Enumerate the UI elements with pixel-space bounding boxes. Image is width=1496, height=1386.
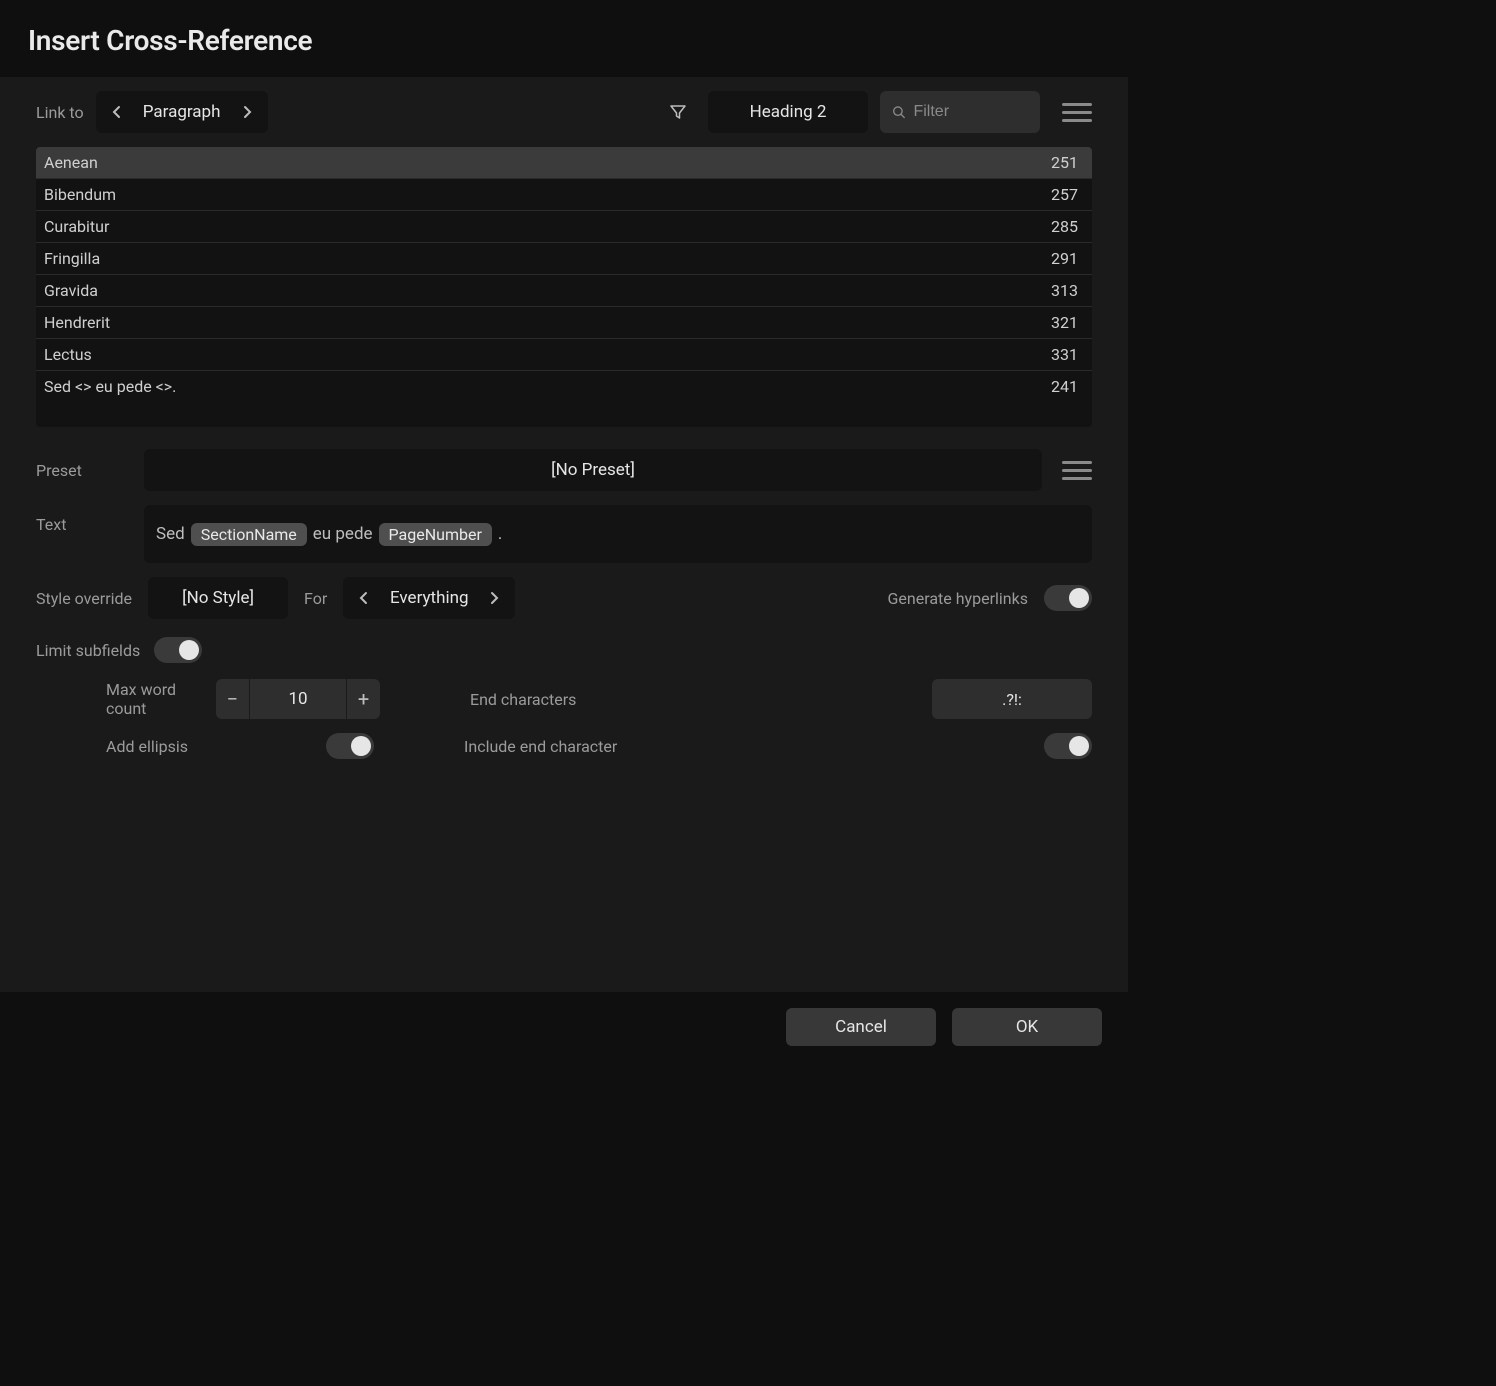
list-item-name: Aenean [44,153,98,172]
list-item[interactable]: Lectus 331 [36,339,1092,371]
menu-icon[interactable] [1062,97,1092,127]
search-field[interactable] [913,103,1028,121]
ok-button[interactable]: OK [952,1008,1102,1046]
list-item-page: 257 [1051,185,1078,204]
limit-subfields-toggle[interactable] [154,637,202,663]
generate-hyperlinks-label: Generate hyperlinks [888,589,1028,608]
search-input[interactable] [880,91,1040,133]
limit-row-2: Add ellipsis Include end character [36,733,1092,759]
link-to-type-stepper[interactable]: Paragraph [96,91,268,133]
limit-row-1: Max word count − 10 + End characters .?!… [36,679,1092,719]
dialog-content: Link to Paragraph Heading 2 Aenean 251 Bib… [0,77,1128,992]
filter-style-select[interactable]: Heading 2 [708,91,868,133]
list-item[interactable]: Aenean 251 [36,147,1092,179]
style-override-row: Style override [No Style] For Everything… [36,577,1092,619]
preset-menu-icon[interactable] [1062,455,1092,485]
add-ellipsis-label: Add ellipsis [36,737,216,756]
preset-select[interactable]: [No Preset] [144,449,1042,491]
list-item-name: Hendrerit [44,313,110,332]
for-value: Everything [381,588,477,608]
preset-value: [No Preset] [551,460,635,480]
add-ellipsis-toggle[interactable] [326,733,374,759]
include-end-label: Include end character [464,737,617,756]
limit-subfields-row: Limit subfields [36,637,1092,663]
text-literal: eu pede [313,524,373,544]
list-item[interactable]: Bibendum 257 [36,179,1092,211]
list-item-name: Lectus [44,345,92,364]
for-label: For [304,589,327,608]
list-item-page: 241 [1051,377,1078,396]
text-label: Text [36,505,144,534]
list-item[interactable]: Fringilla 291 [36,243,1092,275]
list-item-name: Fringilla [44,249,100,268]
end-characters-label: End characters [470,690,576,709]
filter-style-value: Heading 2 [750,102,827,122]
list-item-page: 321 [1051,313,1078,332]
text-literal: Sed [156,524,185,544]
text-row: Text Sed SectionName eu pede PageNumber … [36,505,1092,563]
text-token[interactable]: PageNumber [379,523,492,546]
max-word-count-value: 10 [250,679,346,719]
list-item-name: Bibendum [44,185,116,204]
cancel-button[interactable]: Cancel [786,1008,936,1046]
text-literal: . [498,524,502,544]
for-stepper[interactable]: Everything [343,577,515,619]
search-icon [892,104,905,120]
style-override-label: Style override [36,589,132,608]
preset-label: Preset [36,461,144,480]
list-item-page: 291 [1051,249,1078,268]
chevron-right-icon[interactable] [230,91,264,133]
list-item-name: Gravida [44,281,98,300]
link-to-label: Link to [36,103,84,122]
titlebar: Insert Cross-Reference [0,0,1128,77]
link-to-row: Link to Paragraph Heading 2 [36,91,1092,133]
dialog-title: Insert Cross-Reference [28,24,1100,57]
style-override-value: [No Style] [182,588,254,608]
text-token[interactable]: SectionName [191,523,307,546]
list-item-name: Curabitur [44,217,109,236]
list-item-name: Sed <> eu pede <>. [44,377,176,396]
cancel-label: Cancel [835,1017,887,1037]
chevron-right-icon[interactable] [477,577,511,619]
plus-icon[interactable]: + [346,679,380,719]
list-item-page: 251 [1051,153,1078,172]
list-item[interactable]: Curabitur 285 [36,211,1092,243]
list-item[interactable]: Sed <> eu pede <>. 241 [36,371,1092,402]
limit-subfields-label: Limit subfields [36,641,140,660]
style-override-select[interactable]: [No Style] [148,577,288,619]
end-characters-input[interactable]: .?!: [932,679,1092,719]
filter-icon[interactable] [660,94,696,130]
chevron-left-icon[interactable] [347,577,381,619]
link-to-type-value: Paragraph [134,102,230,122]
list-item[interactable]: Hendrerit 321 [36,307,1092,339]
include-end-toggle[interactable] [1044,733,1092,759]
preset-row: Preset [No Preset] [36,449,1092,491]
list-item-page: 313 [1051,281,1078,300]
list-item[interactable]: Gravida 313 [36,275,1092,307]
minus-icon[interactable]: − [216,679,250,719]
list-item-page: 285 [1051,217,1078,236]
dialog-footer: Cancel OK [0,992,1128,1062]
max-word-count-label: Max word count [36,680,216,718]
list-item-page: 331 [1051,345,1078,364]
chevron-left-icon[interactable] [100,91,134,133]
results-list[interactable]: Aenean 251 Bibendum 257 Curabitur 285 Fringill… [36,147,1092,427]
end-characters-value: .?!: [1002,690,1022,709]
text-edit[interactable]: Sed SectionName eu pede PageNumber . [144,505,1092,563]
max-word-count-stepper[interactable]: − 10 + [216,679,380,719]
generate-hyperlinks-toggle[interactable] [1044,585,1092,611]
ok-label: OK [1016,1017,1038,1037]
